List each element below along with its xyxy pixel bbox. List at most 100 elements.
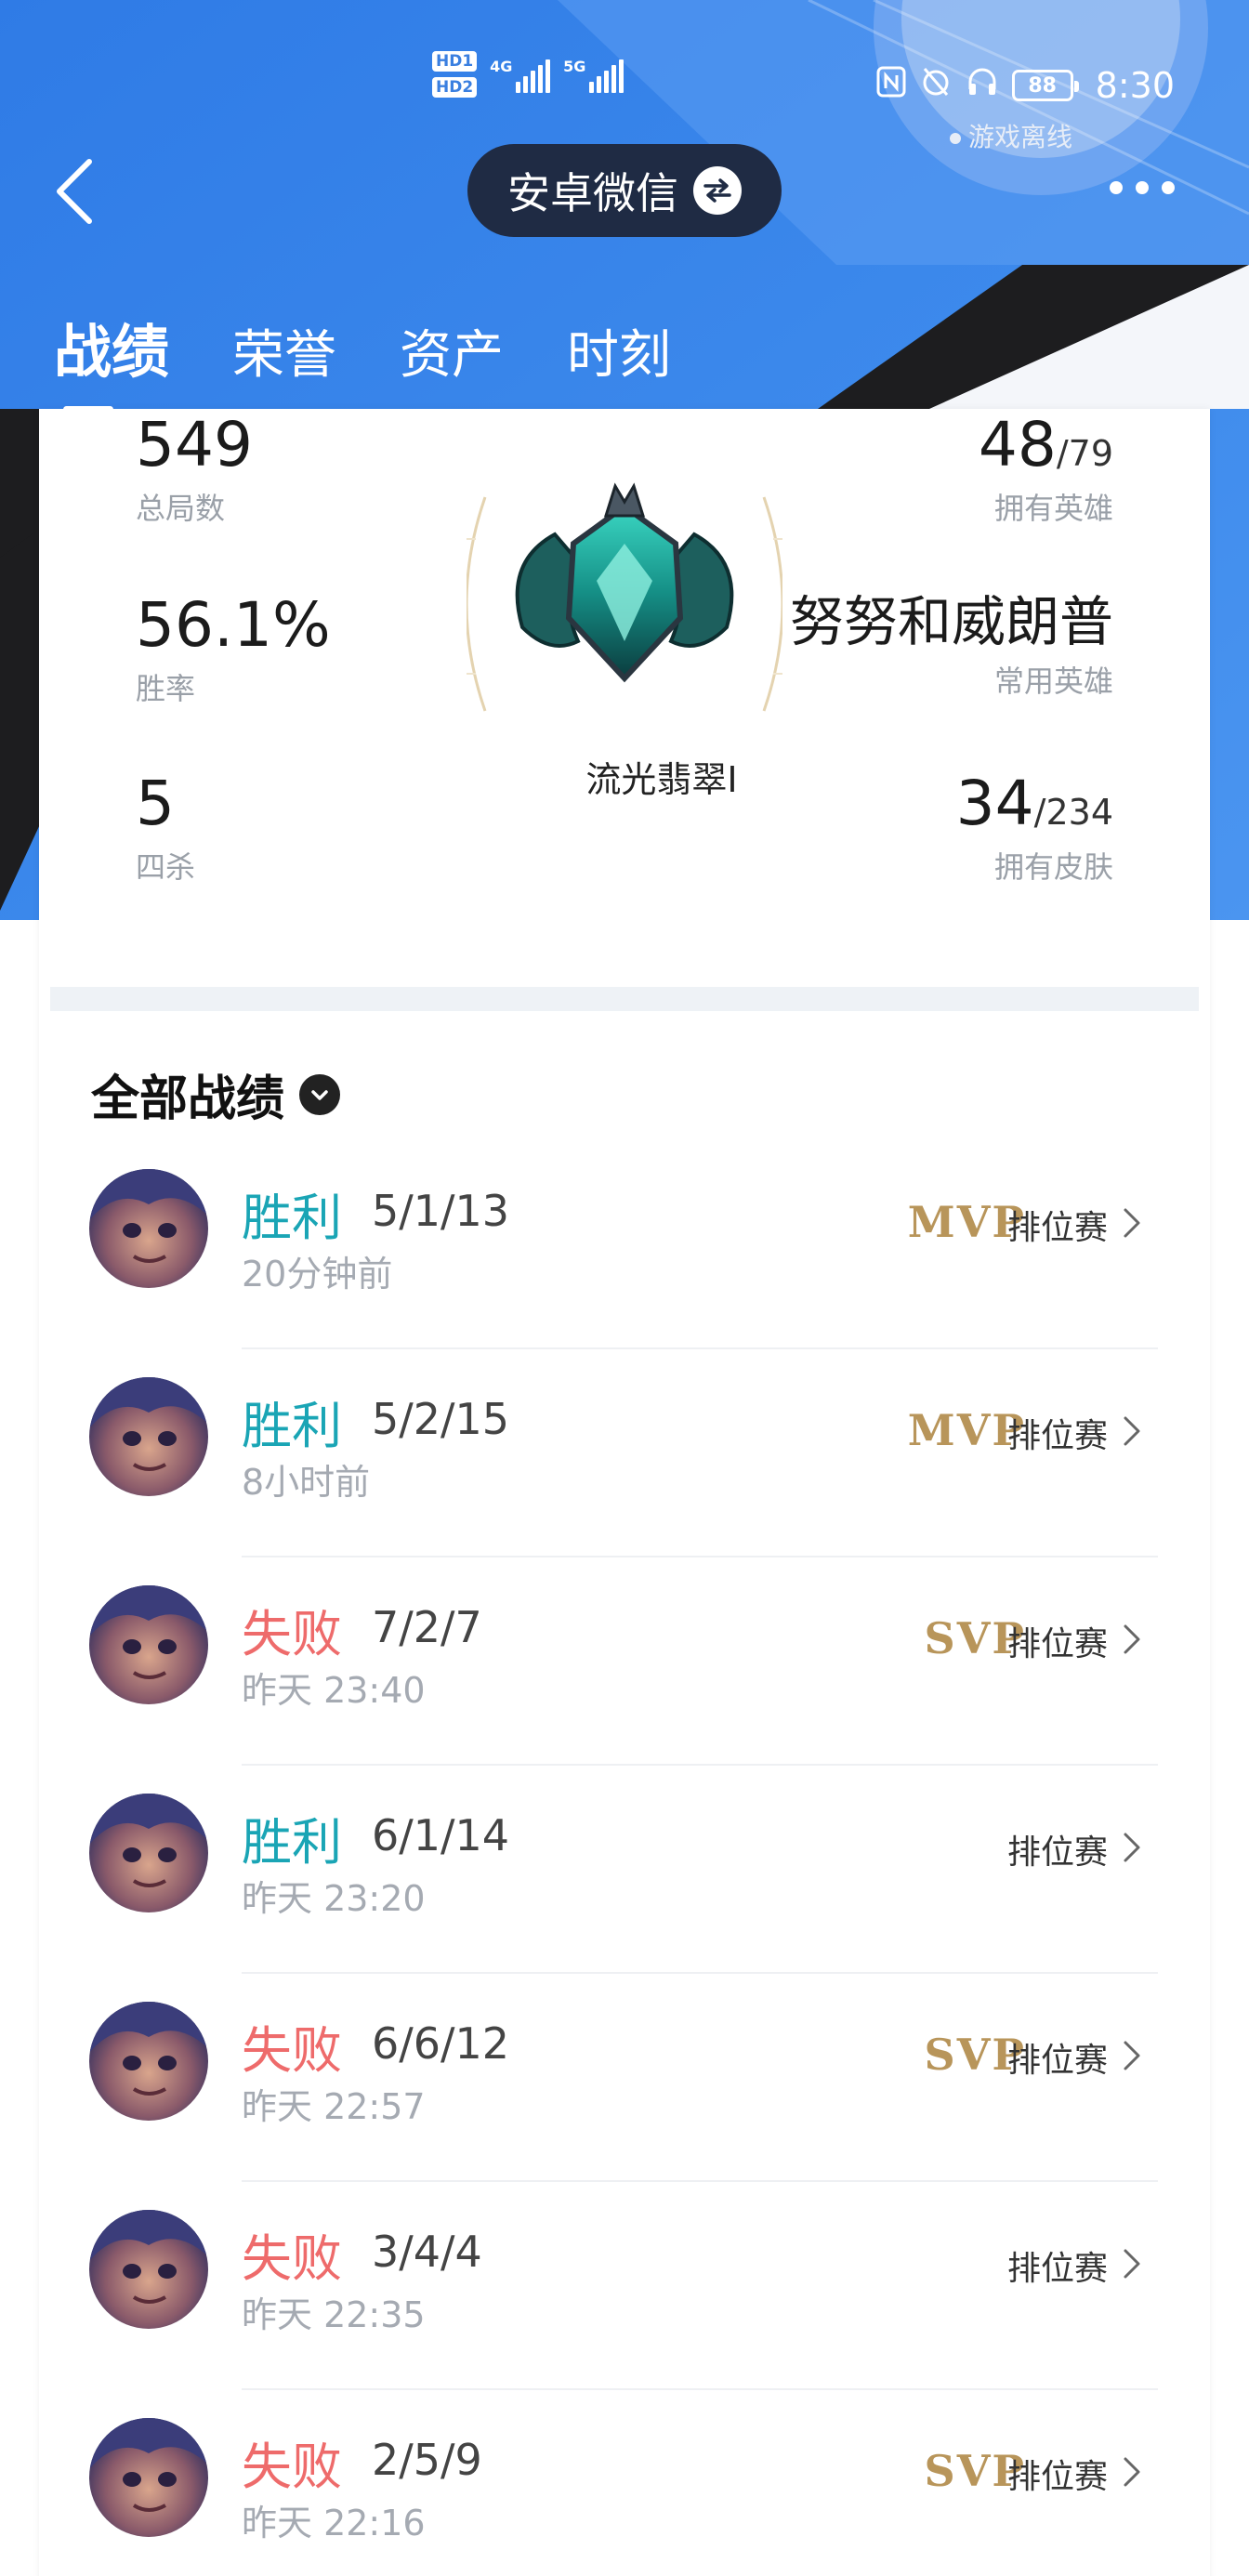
match-result: 失败	[242, 2229, 342, 2288]
stat-heroes-owned[interactable]: 48/79 拥有英雄	[979, 414, 1113, 528]
hd-badges: HD1 HD2	[432, 51, 478, 98]
network-type-2: 5G	[563, 58, 586, 75]
match-mode: 排位赛	[1006, 1209, 1108, 1247]
stat-total-games: 549 总局数	[136, 414, 253, 528]
match-row[interactable]: 胜利 5/1/13 20分钟前 MVP 排位赛	[39, 1141, 1210, 1349]
skins-owned-value: 34	[955, 768, 1034, 839]
match-result: 胜利	[242, 1189, 342, 1247]
heroes-owned-value: 48	[978, 409, 1057, 480]
match-row[interactable]: 胜利 5/2/15 8小时前 MVP 排位赛	[39, 1349, 1210, 1557]
match-row[interactable]: 胜利 6/1/14 昨天 23:20 排位赛	[39, 1766, 1210, 1974]
total-games-label: 总局数	[136, 491, 226, 526]
win-rate-value: 56.1%	[136, 589, 331, 661]
match-time: 昨天 22:16	[242, 2503, 426, 2543]
hero-avatar	[89, 1169, 208, 1288]
heroes-owned-total: /79	[1056, 433, 1113, 474]
match-result: 胜利	[242, 1397, 342, 1455]
match-mode: 排位赛	[1006, 2250, 1108, 2288]
tab-honor[interactable]: 荣誉	[232, 313, 336, 388]
match-mode: 排位赛	[1006, 1625, 1108, 1663]
chevron-down-icon	[299, 1073, 341, 1115]
section-divider	[50, 987, 1199, 1011]
chevron-right-icon	[1124, 2249, 1140, 2279]
status-bar-right: 88 8:30	[876, 48, 1175, 123]
match-result: 失败	[242, 1605, 342, 1663]
match-row[interactable]: 失败 6/6/12 昨天 22:57 SVP 排位赛	[39, 1974, 1210, 2182]
match-row[interactable]: 失败 7/2/7 昨天 23:40 SVP 排位赛	[39, 1557, 1210, 1766]
match-kda: 6/1/14	[372, 1810, 510, 1860]
match-time: 昨天 23:40	[242, 1670, 426, 1711]
match-row[interactable]: 失败 2/5/9 昨天 22:16 SVP 排位赛	[39, 2390, 1210, 2576]
hd-badge-1: HD1	[432, 51, 478, 72]
skins-owned-total: /234	[1033, 792, 1113, 833]
match-kda: 3/4/4	[372, 2227, 482, 2277]
hero-avatar	[89, 1377, 208, 1496]
match-kda: 7/2/7	[372, 1602, 482, 1652]
total-games-value: 549	[136, 409, 253, 480]
signal-icon-1: 4G	[490, 56, 551, 93]
quadra-kills-value: 5	[136, 768, 175, 839]
match-mode: 排位赛	[1006, 2458, 1108, 2496]
tab-bar: 战绩 荣誉 资产 时刻	[54, 305, 671, 413]
stat-skins-owned[interactable]: 34/234 拥有皮肤	[956, 773, 1113, 887]
headphones-icon	[966, 65, 999, 107]
chevron-right-icon	[1124, 1416, 1140, 1446]
network-type-1: 4G	[490, 58, 513, 75]
match-time: 昨天 22:57	[242, 2086, 426, 2127]
match-time: 昨天 23:20	[242, 1878, 426, 1919]
swap-arrows-icon	[693, 166, 742, 215]
match-time: 昨天 22:35	[242, 2294, 426, 2335]
alarm-off-icon	[919, 65, 953, 107]
account-switcher[interactable]: 安卓微信	[467, 144, 782, 237]
chevron-right-icon	[1124, 2457, 1140, 2487]
status-bar-left: HD1 HD2 4G 5G	[432, 37, 624, 112]
chevron-right-icon	[1124, 1833, 1140, 1862]
battery-icon: 88	[1011, 70, 1079, 101]
online-status: 游戏离线	[950, 117, 1072, 154]
section-title: 全部战绩	[91, 1071, 285, 1127]
match-mode: 排位赛	[1006, 1833, 1108, 1872]
hero-avatar	[89, 2210, 208, 2329]
match-kda: 2/5/9	[372, 2435, 482, 2485]
common-hero-label: 常用英雄	[993, 664, 1113, 699]
chevron-right-icon	[1124, 2041, 1140, 2070]
match-mode: 排位赛	[1006, 2042, 1108, 2080]
status-time: 8:30	[1095, 65, 1175, 106]
hd-badge-2: HD2	[432, 77, 478, 98]
all-records-filter[interactable]: 全部战绩	[91, 1059, 341, 1129]
chevron-left-icon	[57, 159, 92, 224]
skins-owned-label: 拥有皮肤	[993, 849, 1113, 885]
stat-common-hero[interactable]: 努努和威朗普 常用英雄	[790, 595, 1113, 701]
match-result: 失败	[242, 2021, 342, 2080]
account-name: 安卓微信	[507, 168, 678, 218]
match-time: 20分钟前	[242, 1254, 393, 1295]
nfc-icon	[876, 66, 906, 106]
more-dots-icon[interactable]	[1110, 181, 1175, 194]
match-time: 8小时前	[242, 1462, 371, 1503]
chevron-right-icon	[1124, 1208, 1140, 1238]
record-card: 549 总局数 56.1% 胜率 5 四杀 48/79 拥有英雄 努努和威朗普 …	[39, 409, 1210, 2576]
hero-avatar	[89, 2418, 208, 2537]
match-result: 失败	[242, 2438, 342, 2496]
match-kda: 5/1/13	[372, 1186, 510, 1236]
back-button[interactable]	[48, 156, 100, 227]
tab-assets[interactable]: 资产	[400, 313, 504, 388]
rank-emblem-icon[interactable]	[467, 479, 782, 729]
match-result: 胜利	[242, 1813, 342, 1872]
match-row[interactable]: 失败 3/4/4 昨天 22:35 排位赛	[39, 2182, 1210, 2390]
hero-avatar	[89, 1794, 208, 1912]
common-hero-value: 努努和威朗普	[789, 590, 1113, 653]
stat-quadra-kills: 5 四杀	[136, 773, 195, 887]
hero-avatar	[89, 2002, 208, 2121]
heroes-owned-label: 拥有英雄	[993, 491, 1113, 526]
match-kda: 5/2/15	[372, 1394, 510, 1444]
tab-moments[interactable]: 时刻	[567, 313, 671, 388]
match-kda: 6/6/12	[372, 2018, 510, 2069]
quadra-kills-label: 四杀	[136, 849, 196, 885]
signal-icon-2: 5G	[563, 56, 624, 93]
rank-name: 流光翡翠I	[585, 759, 738, 800]
match-mode: 排位赛	[1006, 1417, 1108, 1455]
win-rate-label: 胜率	[136, 671, 196, 706]
tab-record[interactable]: 战绩	[54, 305, 169, 413]
hero-avatar	[89, 1585, 208, 1704]
